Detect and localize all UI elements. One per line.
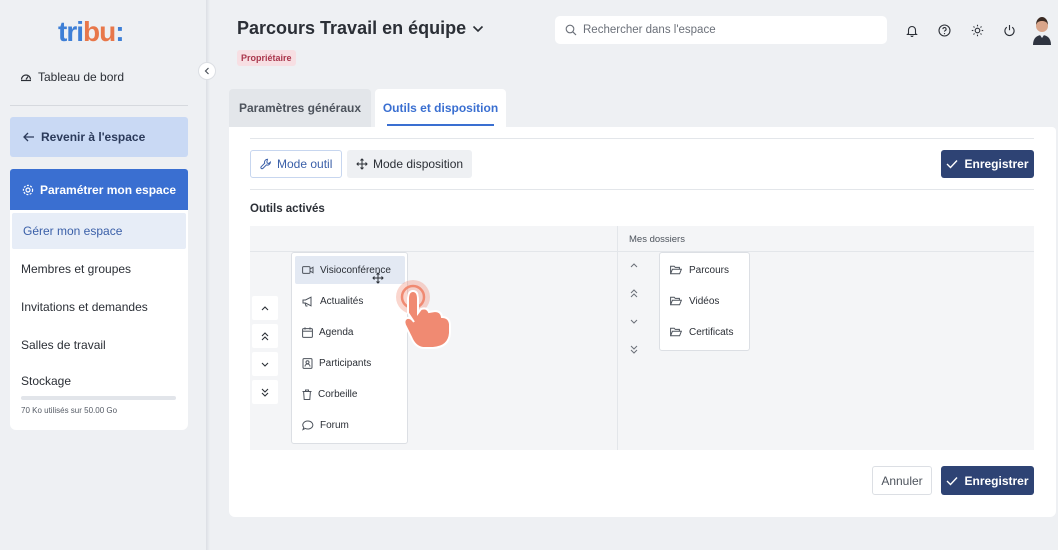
active-tools-list: Visioconférence Actualités Agenda Partic… bbox=[291, 252, 408, 444]
chevrons-down-icon bbox=[261, 388, 269, 397]
search-box[interactable] bbox=[555, 16, 887, 44]
folder-open-icon bbox=[670, 265, 682, 275]
search-icon bbox=[565, 24, 577, 36]
storage-usage-text: 70 Ko utilisés sur 50.00 Go bbox=[21, 406, 118, 415]
contacts-icon bbox=[302, 357, 313, 369]
folder-item-certificates[interactable]: Certificats bbox=[660, 318, 750, 346]
divider bbox=[250, 138, 1034, 139]
chevrons-down-icon bbox=[630, 345, 638, 354]
arrow-left-icon bbox=[22, 131, 35, 143]
folder-open-icon bbox=[670, 296, 682, 306]
move-up-button[interactable] bbox=[252, 296, 278, 320]
active-tab-indicator bbox=[387, 124, 494, 126]
tools-layout-panel: Mes dossiers Visioconférence Actualités bbox=[250, 226, 1034, 450]
help-icon bbox=[937, 23, 951, 37]
collapse-sidebar-button[interactable] bbox=[198, 62, 216, 80]
check-icon bbox=[946, 159, 958, 169]
cancel-button[interactable]: Annuler bbox=[872, 466, 932, 495]
folder-move-bottom-button[interactable] bbox=[621, 337, 647, 361]
tribu-logo[interactable]: tribu: bbox=[58, 16, 125, 48]
move-down-button[interactable] bbox=[252, 352, 278, 376]
section-title: Outils activés bbox=[250, 203, 325, 215]
page-title: Parcours Travail en équipe bbox=[237, 18, 467, 38]
storage-progress-bar bbox=[21, 396, 176, 400]
sidebar-menu: Gérer mon espace Membres et groupes Invi… bbox=[10, 210, 188, 430]
sidebar-item-members-groups[interactable]: Membres et groupes bbox=[10, 251, 188, 287]
tool-item-news[interactable]: Actualités bbox=[295, 287, 405, 315]
sidebar-item-storage[interactable]: Stockage bbox=[10, 363, 188, 399]
gear-icon bbox=[22, 184, 34, 196]
chat-icon bbox=[302, 419, 314, 431]
user-avatar[interactable] bbox=[1029, 15, 1055, 45]
layout-mode-button[interactable]: Mode disposition bbox=[347, 150, 473, 178]
megaphone-icon bbox=[302, 295, 314, 307]
sidebar-item-invitations[interactable]: Invitations et demandes bbox=[10, 289, 188, 325]
folder-item-videos[interactable]: Vidéos bbox=[660, 287, 750, 315]
check-icon bbox=[946, 476, 958, 486]
tab-tools-layout[interactable]: Outils et disposition bbox=[375, 89, 506, 127]
move-bottom-button[interactable] bbox=[252, 380, 278, 404]
back-to-space-button[interactable]: Revenir à l'espace bbox=[10, 117, 188, 157]
dashboard-link[interactable]: Tableau de bord bbox=[20, 70, 124, 84]
dashboard-icon bbox=[20, 71, 32, 83]
save-button-top[interactable]: Enregistrer bbox=[941, 150, 1034, 178]
trash-icon bbox=[302, 389, 312, 400]
tap-hand-icon bbox=[393, 277, 459, 351]
divider bbox=[250, 189, 1034, 190]
dashboard-label: Tableau de bord bbox=[38, 70, 125, 84]
sun-icon bbox=[971, 24, 984, 37]
tool-item-trash[interactable]: Corbeille bbox=[295, 380, 405, 408]
chevrons-up-icon bbox=[261, 331, 269, 341]
folder-item-parcours[interactable]: Parcours bbox=[660, 256, 750, 284]
tool-item-videoconference[interactable]: Visioconférence bbox=[295, 256, 405, 284]
tool-item-calendar[interactable]: Agenda bbox=[295, 318, 405, 346]
chevron-left-icon bbox=[203, 67, 211, 75]
tab-general-settings[interactable]: Paramètres généraux bbox=[229, 89, 371, 127]
search-input[interactable] bbox=[583, 24, 873, 36]
folder-move-top-button[interactable] bbox=[621, 281, 647, 305]
folder-move-down-button[interactable] bbox=[621, 309, 647, 333]
chevron-down-icon bbox=[472, 25, 484, 33]
tool-item-forum[interactable]: Forum bbox=[295, 411, 405, 439]
chevron-down-icon bbox=[630, 319, 638, 324]
folders-list: Parcours Vidéos Certificats bbox=[659, 252, 750, 351]
folder-move-up-button[interactable] bbox=[621, 253, 647, 277]
configure-space-label: Paramétrer mon espace bbox=[40, 182, 177, 197]
folder-open-icon bbox=[670, 327, 682, 337]
panel-divider bbox=[617, 226, 618, 450]
help-button[interactable] bbox=[932, 18, 956, 42]
calendar-icon bbox=[302, 326, 313, 338]
owner-badge: Propriétaire bbox=[237, 50, 296, 66]
video-icon bbox=[302, 265, 314, 275]
move-icon bbox=[356, 158, 368, 170]
wrench-icon bbox=[260, 158, 272, 170]
sidebar-edge bbox=[206, 0, 210, 550]
tool-mode-button[interactable]: Mode outil bbox=[250, 150, 343, 178]
theme-toggle-button[interactable] bbox=[965, 18, 989, 42]
power-icon bbox=[1003, 24, 1016, 37]
sidebar-item-manage-space[interactable]: Gérer mon espace bbox=[12, 213, 186, 249]
space-title-dropdown[interactable]: Parcours Travail en équipe bbox=[237, 18, 484, 39]
chevrons-up-icon bbox=[630, 288, 638, 298]
notifications-button[interactable] bbox=[900, 18, 924, 42]
sidebar-divider bbox=[10, 105, 188, 106]
chevron-up-icon bbox=[261, 305, 269, 311]
save-button-bottom[interactable]: Enregistrer bbox=[941, 466, 1034, 495]
chevron-up-icon bbox=[630, 262, 638, 268]
logout-button[interactable] bbox=[997, 18, 1021, 42]
folders-column-label: Mes dossiers bbox=[629, 234, 685, 245]
sidebar-item-work-rooms[interactable]: Salles de travail bbox=[10, 327, 188, 363]
move-top-button[interactable] bbox=[252, 324, 278, 348]
bell-icon bbox=[906, 24, 918, 37]
configure-space-button[interactable]: Paramétrer mon espace bbox=[10, 169, 188, 210]
tool-item-participants[interactable]: Participants bbox=[295, 349, 405, 377]
sidebar: tribu: Tableau de bord Revenir à l'espac… bbox=[0, 0, 206, 550]
move-cursor-icon bbox=[372, 272, 384, 284]
chevron-down-icon bbox=[261, 362, 269, 367]
back-to-space-label: Revenir à l'espace bbox=[41, 130, 146, 144]
settings-card: Mode outil Mode disposition Enregistrer … bbox=[229, 127, 1056, 517]
